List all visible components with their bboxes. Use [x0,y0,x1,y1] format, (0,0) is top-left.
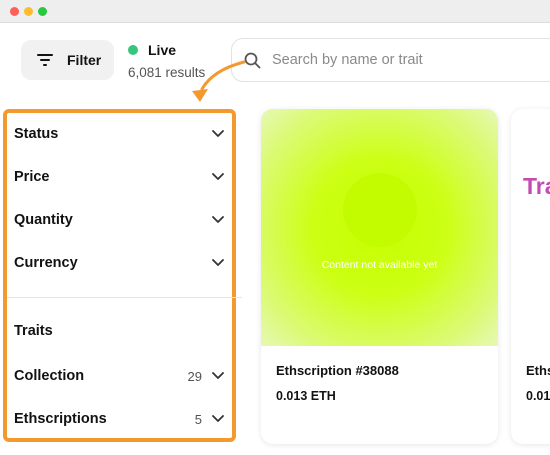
live-label: Live [148,42,177,58]
sidebar-divider [7,297,242,298]
search-bar[interactable] [231,38,550,82]
item-card[interactable]: Content not available yet Ethscription #… [261,109,498,444]
minimize-window-button[interactable] [24,7,33,16]
facet-count: 5 [194,411,202,427]
item-card[interactable]: Tra Eths 0.01 [511,109,550,444]
card-media: Content not available yet [261,109,498,346]
chevron-down-icon [212,130,224,137]
facet-collection[interactable]: Collection 29 [14,361,224,391]
traits-label: Traits [14,323,53,339]
facet-price[interactable]: Price [14,162,224,192]
chevron-down-icon [212,259,224,266]
search-input[interactable] [272,52,542,68]
filter-lines-icon [37,54,53,66]
title-bar [0,0,550,23]
maximize-window-button[interactable] [38,7,47,16]
facet-label: Collection [14,368,85,384]
close-window-button[interactable] [10,7,19,16]
facet-label: Price [14,169,50,185]
live-status: Live [128,42,176,58]
filter-button[interactable]: Filter [21,40,114,80]
chevron-down-icon [212,216,224,223]
facet-ethscriptions[interactable]: Ethscriptions 5 [14,404,224,434]
facet-label: Currency [14,255,78,271]
facet-label: Quantity [14,212,73,228]
chevron-down-icon [212,372,224,379]
chevron-down-icon [212,415,224,422]
facet-currency[interactable]: Currency [14,248,224,278]
facet-label: Ethscriptions [14,411,107,427]
card-title: Eths [526,363,550,378]
results-count: 6,081 results [128,65,206,80]
facet-label: Status [14,126,59,142]
live-indicator-dot [128,45,138,55]
search-icon [244,52,261,68]
browser-window: Filter Live 6,081 results Status Price Q… [0,0,550,455]
media-placeholder-circle [343,173,417,247]
card-title: Ethscription #38088 [276,363,399,378]
traits-heading: Traits [14,316,224,346]
filter-sidebar: Status Price Quantity Currency Traits Co… [3,109,242,442]
filter-button-label: Filter [67,52,102,68]
card-banner-text: Tra [523,173,550,199]
media-unavailable-text: Content not available yet [321,259,438,271]
facet-count: 29 [187,368,202,384]
facet-status[interactable]: Status [14,119,224,149]
chevron-down-icon [212,173,224,180]
card-price: 0.01 [526,389,550,403]
facet-quantity[interactable]: Quantity [14,205,224,235]
card-price: 0.013 ETH [276,389,336,403]
